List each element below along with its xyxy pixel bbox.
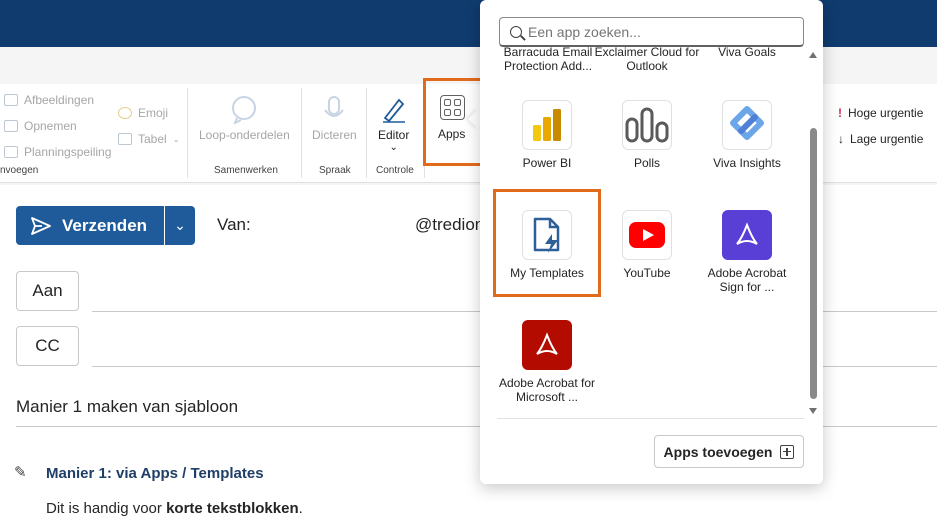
send-icon xyxy=(31,216,51,235)
ribbon-loop-button[interactable]: Loop-onderdelen xyxy=(199,94,290,142)
app-tile-adobe-sign[interactable]: Adobe Acrobat Sign for ... xyxy=(697,210,797,294)
exclamation-icon: ! xyxy=(838,106,842,120)
chevron-down-icon: ⌄ xyxy=(172,134,180,144)
app-search-input[interactable] xyxy=(528,23,778,40)
low-urgency-button[interactable]: ↓ Lage urgentie xyxy=(838,132,923,146)
group-label-control: Controle xyxy=(376,165,414,176)
arrow-down-icon: ↓ xyxy=(838,132,844,146)
high-urgency-button[interactable]: ! Hoge urgentie xyxy=(838,106,923,120)
app-tile-youtube[interactable]: YouTube xyxy=(597,210,697,280)
ribbon-table-button[interactable]: Tabel ⌄ xyxy=(118,132,179,146)
adobe-sign-icon xyxy=(722,210,772,260)
youtube-icon xyxy=(622,210,672,260)
add-apps-button[interactable]: Apps toevoegen xyxy=(654,435,804,468)
app-tile-adobe-acrobat[interactable]: Adobe Acrobat for Microsoft ... xyxy=(497,320,597,404)
send-options-button[interactable]: ⌄ xyxy=(165,206,195,245)
from-value[interactable]: @tredion xyxy=(415,215,484,235)
cc-button[interactable]: CC xyxy=(16,326,79,366)
magic-pen-icon: ✎ xyxy=(14,464,27,481)
from-label: Van: xyxy=(217,215,251,234)
adobe-acrobat-icon xyxy=(522,320,572,370)
app-tile-polls[interactable]: Polls xyxy=(597,100,697,170)
powerbi-icon xyxy=(522,100,572,150)
my-templates-highlight xyxy=(493,189,601,297)
flyout-divider xyxy=(497,418,804,419)
image-icon xyxy=(4,94,18,106)
search-icon xyxy=(510,25,522,38)
ribbon-poll-button[interactable]: Planningspeiling xyxy=(4,145,111,159)
emoji-icon xyxy=(118,107,132,119)
to-button[interactable]: Aan xyxy=(16,271,79,311)
group-divider xyxy=(301,88,302,178)
body-paragraph[interactable]: Dit is handig voor korte tekstblokken. xyxy=(46,500,303,517)
polls-icon xyxy=(622,100,672,150)
table-icon xyxy=(118,133,132,145)
calendar-poll-icon xyxy=(4,146,18,158)
group-divider xyxy=(366,88,367,178)
group-label-speech: Spraak xyxy=(319,165,351,176)
chevron-down-icon: ⌄ xyxy=(174,217,186,233)
app-tile-barracuda[interactable]: Barracuda Email Protection Add... xyxy=(493,45,603,75)
app-tile-exclaimer[interactable]: Exclaimer Cloud for Outlook xyxy=(592,45,702,75)
add-box-icon xyxy=(780,444,795,459)
ribbon-record-button[interactable]: Opnemen xyxy=(4,119,77,133)
ribbon-emoji-button[interactable]: Emoji xyxy=(118,106,168,120)
group-divider xyxy=(187,88,188,178)
group-label-insert: nvoegen xyxy=(0,165,39,176)
flyout-scrollbar-thumb[interactable] xyxy=(810,128,817,399)
ribbon-dictate-button[interactable]: Dicteren xyxy=(312,94,357,142)
app-tile-power-bi[interactable]: Power BI xyxy=(497,100,597,170)
scroll-down-arrow[interactable] xyxy=(809,408,817,414)
send-button[interactable]: Verzenden xyxy=(16,206,164,245)
app-search-box[interactable] xyxy=(499,17,804,47)
app-tile-viva-goals[interactable]: Viva Goals xyxy=(692,45,802,61)
microphone-icon xyxy=(324,96,345,117)
ribbon-editor-button[interactable]: Editor ⌄ xyxy=(378,94,409,153)
subject-field[interactable]: Manier 1 maken van sjabloon xyxy=(16,397,238,417)
scroll-up-arrow[interactable] xyxy=(809,52,817,58)
chevron-down-icon: ⌄ xyxy=(389,142,398,153)
video-camera-icon xyxy=(4,120,18,132)
editor-pen-icon xyxy=(382,98,405,123)
viva-insights-icon xyxy=(722,100,772,150)
ribbon-images-button[interactable]: Afbeeldingen xyxy=(4,93,94,107)
body-heading[interactable]: Manier 1: via Apps / Templates xyxy=(46,465,264,482)
group-label-collab: Samenwerken xyxy=(214,165,278,176)
loop-icon xyxy=(232,96,257,124)
app-tile-viva-insights[interactable]: Viva Insights xyxy=(697,100,797,170)
